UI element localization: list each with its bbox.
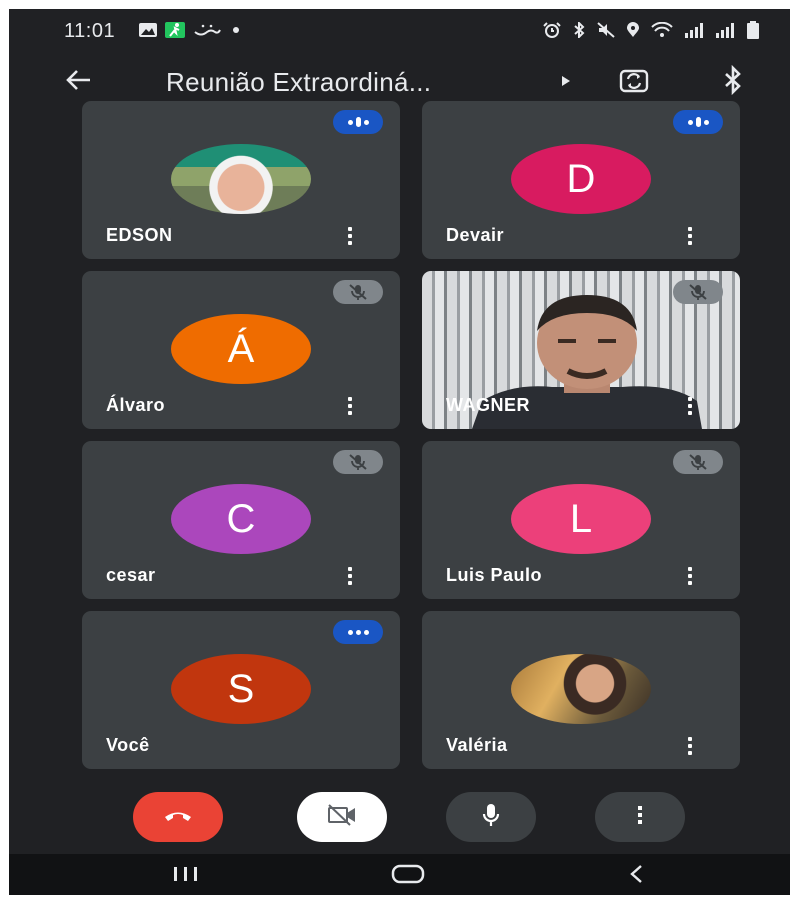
speaking-indicator — [673, 110, 723, 134]
switch-camera-icon[interactable] — [619, 65, 649, 95]
audio-level-icon — [347, 117, 369, 127]
battery-icon — [746, 21, 760, 43]
more-options-button[interactable] — [595, 792, 685, 842]
more-vert-icon[interactable] — [684, 733, 696, 759]
more-vert-icon[interactable] — [344, 223, 356, 249]
avatar: Á — [171, 314, 311, 384]
fitness-icon — [165, 22, 185, 38]
participant-name: WAGNER — [446, 395, 530, 415]
phone-screen: 11:01 Reunião Extraordiná... EDSON D Dev… — [9, 9, 790, 895]
back-icon[interactable] — [621, 862, 651, 886]
more-vert-icon[interactable] — [684, 223, 696, 249]
avatar — [511, 654, 651, 724]
dot-icon — [231, 22, 241, 38]
more-vert-icon[interactable] — [684, 563, 696, 589]
mic-off-icon — [673, 450, 723, 474]
alarm-icon — [543, 22, 561, 42]
home-icon[interactable] — [391, 862, 425, 886]
speaking-indicator — [333, 620, 383, 644]
avatar: C — [171, 484, 311, 554]
bluetooth-audio-icon[interactable] — [721, 64, 745, 96]
camera-toggle-button[interactable] — [297, 792, 387, 842]
participant-tile[interactable]: L Luis Paulo — [422, 441, 740, 599]
participant-tile[interactable]: Valéria — [422, 611, 740, 769]
audio-level-icon — [687, 117, 709, 127]
avatar: S — [171, 654, 311, 724]
chevron-right-icon[interactable] — [562, 76, 570, 86]
arabic-text-icon — [192, 22, 222, 38]
participant-tile[interactable]: WAGNER — [422, 271, 740, 429]
meeting-title[interactable]: Reunião Extraordiná... — [166, 67, 431, 98]
image-icon — [137, 22, 159, 38]
more-vert-icon — [636, 804, 644, 831]
status-bar: 11:01 — [9, 9, 790, 53]
participant-name: cesar — [106, 565, 156, 585]
signal-icon — [715, 22, 735, 42]
self-tile[interactable]: S Você — [82, 611, 400, 769]
participant-name: Álvaro — [106, 395, 166, 415]
participant-name: Devair — [446, 225, 505, 245]
bluetooth-icon — [572, 20, 586, 42]
participant-tile[interactable]: EDSON — [82, 101, 400, 259]
mic-off-icon — [673, 280, 723, 304]
participant-tile[interactable]: Á Álvaro — [82, 271, 400, 429]
avatar — [171, 144, 311, 214]
participant-name: Valéria — [446, 735, 508, 755]
audio-level-icon — [347, 629, 369, 635]
wifi-icon — [651, 21, 673, 42]
back-arrow-icon[interactable] — [64, 65, 94, 95]
mic-off-icon — [333, 450, 383, 474]
participant-tile[interactable]: C cesar — [82, 441, 400, 599]
participant-name: Luis Paulo — [446, 565, 543, 585]
end-call-button[interactable] — [133, 792, 223, 842]
more-vert-icon[interactable] — [344, 393, 356, 419]
more-vert-icon[interactable] — [344, 563, 356, 589]
location-icon — [626, 22, 640, 42]
participant-name: EDSON — [106, 225, 173, 245]
status-right-icons — [543, 20, 760, 43]
phone-hangup-icon — [163, 808, 193, 827]
video-off-icon — [326, 803, 358, 832]
signal-icon — [684, 22, 704, 42]
avatar: L — [511, 484, 651, 554]
more-vert-icon[interactable] — [684, 393, 696, 419]
recents-icon[interactable] — [169, 862, 203, 886]
mic-icon — [481, 802, 501, 833]
mic-off-icon — [333, 280, 383, 304]
microphone-button[interactable] — [446, 792, 536, 842]
status-time: 11:01 — [64, 20, 116, 42]
avatar: D — [511, 144, 651, 214]
mute-icon — [597, 22, 615, 42]
speaking-indicator — [333, 110, 383, 134]
system-nav-bar — [9, 854, 790, 895]
participant-name: Você — [106, 735, 150, 755]
participant-tile[interactable]: D Devair — [422, 101, 740, 259]
